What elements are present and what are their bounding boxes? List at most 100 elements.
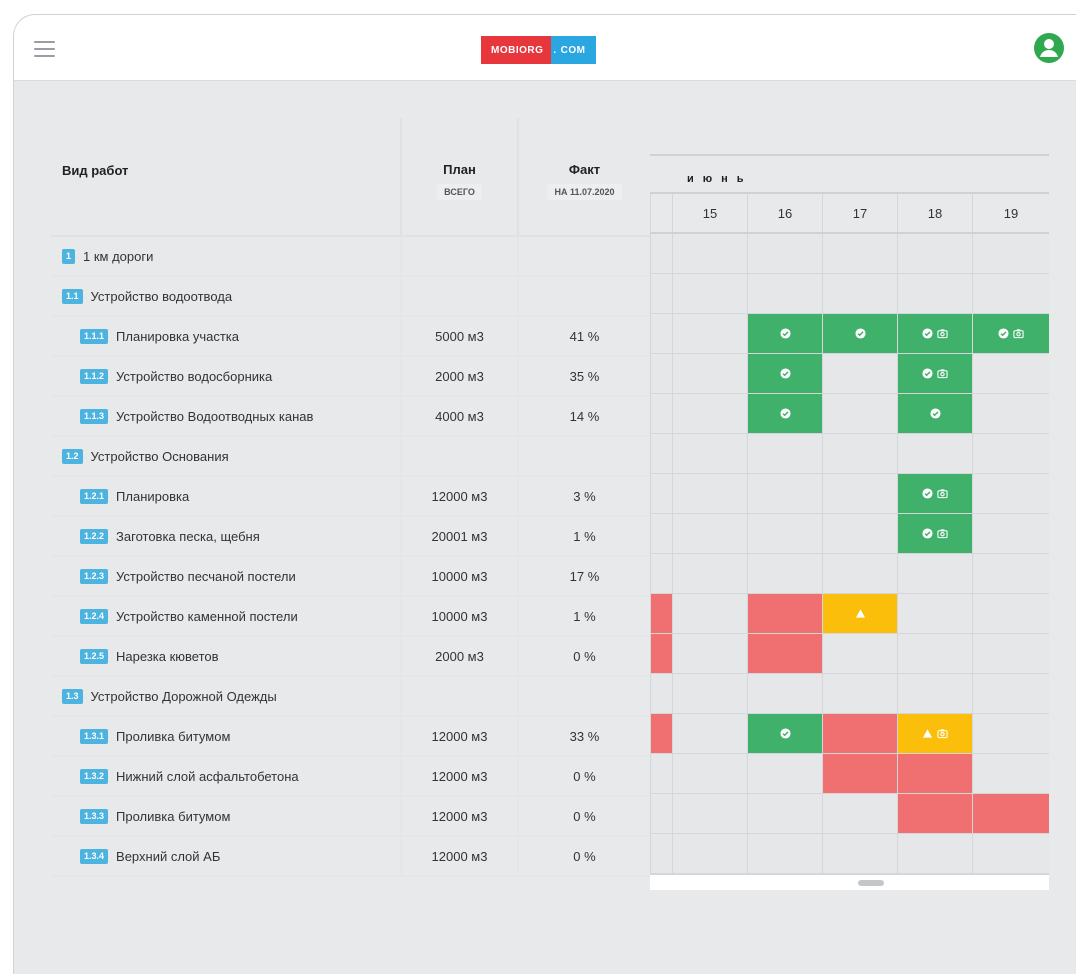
- gantt-cell: [672, 274, 747, 313]
- fact-cell: [519, 277, 650, 315]
- table-row[interactable]: 1.1.3 Устройство Водоотводных канав 4000 м…: [51, 397, 650, 437]
- gantt-cell: [650, 474, 672, 513]
- table-row[interactable]: 1.2 Устройство Основания: [51, 437, 650, 477]
- work-name-cell: 1.3.3 Проливка битумом: [51, 797, 402, 835]
- work-code-badge: 1.3.4: [80, 848, 109, 864]
- gantt-cell[interactable]: [747, 714, 822, 753]
- table-row[interactable]: 1.1 Устройство водоотвода: [51, 277, 650, 317]
- gantt-cell[interactable]: [650, 594, 672, 633]
- work-name: Нарезка кюветов: [116, 648, 219, 664]
- scrollbar-thumb[interactable]: [858, 880, 884, 886]
- table-row[interactable]: 1.1.1 Планировка участка 5000 м3 41 %: [51, 317, 650, 357]
- plan-cell: 20001 м3: [402, 517, 519, 555]
- gantt-cell: [747, 274, 822, 313]
- table-row[interactable]: 1.3 Устройство Дорожной Одежды: [51, 677, 650, 717]
- table-row[interactable]: 1.2.1 Планировка 12000 м3 3 %: [51, 477, 650, 517]
- gantt-cell: [972, 394, 1049, 433]
- table-row[interactable]: 1.2.2 Заготовка песка, щебня 20001 м3 1 %: [51, 517, 650, 557]
- gantt-cell[interactable]: [897, 714, 972, 753]
- gantt-cell: [972, 594, 1049, 633]
- day-header: 17: [822, 194, 897, 232]
- gantt-cell: [672, 314, 747, 353]
- gantt-cell: [672, 674, 747, 713]
- fact-cell: 33 %: [569, 728, 600, 744]
- warning-icon: [922, 729, 933, 738]
- gantt-cell[interactable]: [822, 714, 897, 753]
- gantt-row: [650, 554, 1049, 594]
- col-work: Вид работ: [51, 118, 402, 235]
- hamburger-menu-icon[interactable]: [34, 41, 55, 57]
- gantt-cell[interactable]: [822, 594, 897, 633]
- photo-icon: [937, 729, 948, 739]
- plan-cell: 12000 м3: [402, 797, 519, 835]
- work-code-badge: 1.3.1: [80, 728, 109, 744]
- table-row[interactable]: 1.2.5 Нарезка кюветов 2000 м3 0 %: [51, 637, 650, 677]
- work-name-cell: 1.1 Устройство водоотвода: [51, 277, 402, 315]
- table-row[interactable]: 1.3.4 Верхний слой АБ 12000 м3 0 %: [51, 837, 650, 877]
- table-row[interactable]: 1.3.2 Нижний слой асфальтобетона 12000 м3 0…: [51, 757, 650, 797]
- table-row[interactable]: 1.2.3 Устройство песчаной постели 10000 м3…: [51, 557, 650, 597]
- gantt-cell[interactable]: [747, 634, 822, 673]
- day-spacer: [650, 194, 672, 232]
- gantt-cell: [972, 554, 1049, 593]
- table-row[interactable]: 1.3.3 Проливка битумом 12000 м3 0 %: [51, 797, 650, 837]
- check-icon: [779, 368, 791, 379]
- plan-cell: 12000 м3: [402, 717, 519, 755]
- gantt-cell[interactable]: [972, 314, 1049, 353]
- gantt-cell[interactable]: [650, 714, 672, 753]
- work-name: Устройство Основания: [90, 448, 229, 464]
- gantt-cell: [747, 674, 822, 713]
- gantt-cell: [972, 234, 1049, 273]
- gantt-cell[interactable]: [897, 474, 972, 513]
- gantt-row: [650, 234, 1049, 274]
- work-code-badge: 1.1.2: [80, 368, 109, 384]
- logo-part-2: COM: [558, 36, 596, 64]
- gantt-cell[interactable]: [822, 314, 897, 353]
- gantt-cell: [972, 714, 1049, 753]
- work-name: Устройство Водоотводных канав: [116, 408, 314, 424]
- table-row[interactable]: 1.2.4 Устройство каменной постели 10000 м3…: [51, 597, 650, 637]
- gantt-cell: [672, 714, 747, 753]
- fact-cell: 1 %: [573, 528, 596, 544]
- gantt-cell: [672, 474, 747, 513]
- fact-cell: 14 %: [569, 408, 600, 424]
- table-row[interactable]: 1.1.2 Устройство водосборника 2000 м3 35 %: [51, 357, 650, 397]
- gantt-cell[interactable]: [897, 314, 972, 353]
- work-name: Верхний слой АБ: [116, 848, 221, 864]
- gantt-cell[interactable]: [822, 754, 897, 793]
- gantt-cell[interactable]: [897, 754, 972, 793]
- gantt-cell: [672, 434, 747, 473]
- plan-cell: [402, 237, 519, 275]
- fact-cell: [519, 677, 650, 715]
- gantt-cell: [650, 674, 672, 713]
- gantt-cell[interactable]: [747, 594, 822, 633]
- gantt-cell: [672, 594, 747, 633]
- table-header: Вид работ План ВСЕГО Факт НА 11.07.2020: [51, 118, 650, 237]
- gantt-cell[interactable]: [747, 394, 822, 433]
- gantt-cell[interactable]: [650, 634, 672, 673]
- day-header: 15: [672, 194, 747, 232]
- work-name: Проливка битумом: [116, 728, 231, 744]
- table-row[interactable]: 1.3.1 Проливка битумом 12000 м3 33 %: [51, 717, 650, 757]
- gantt-cell[interactable]: [972, 794, 1049, 833]
- work-code-badge: 1.1.3: [80, 408, 109, 424]
- work-name: Заготовка песка, щебня: [116, 528, 260, 544]
- horizontal-scrollbar[interactable]: [650, 874, 1049, 890]
- logo[interactable]: MOBIORG . COM: [481, 36, 596, 64]
- col-plan: План ВСЕГО: [402, 118, 519, 235]
- table-row[interactable]: 1 1 км дороги: [51, 237, 650, 277]
- gantt-cell[interactable]: [897, 354, 972, 393]
- gantt-cell: [672, 794, 747, 833]
- plan-cell: 12000 м3: [402, 837, 519, 875]
- gantt-cell[interactable]: [747, 314, 822, 353]
- gantt-cell[interactable]: [897, 394, 972, 433]
- gantt-cell: [672, 354, 747, 393]
- gantt-cell[interactable]: [897, 794, 972, 833]
- gantt-cell[interactable]: [897, 514, 972, 553]
- user-avatar-icon[interactable]: [1034, 33, 1064, 63]
- plan-cell: 4000 м3: [402, 397, 519, 435]
- gantt-cell[interactable]: [747, 354, 822, 393]
- work-code-badge: 1.2.5: [80, 648, 109, 664]
- gantt-cell: [672, 554, 747, 593]
- gantt-row: [650, 634, 1049, 674]
